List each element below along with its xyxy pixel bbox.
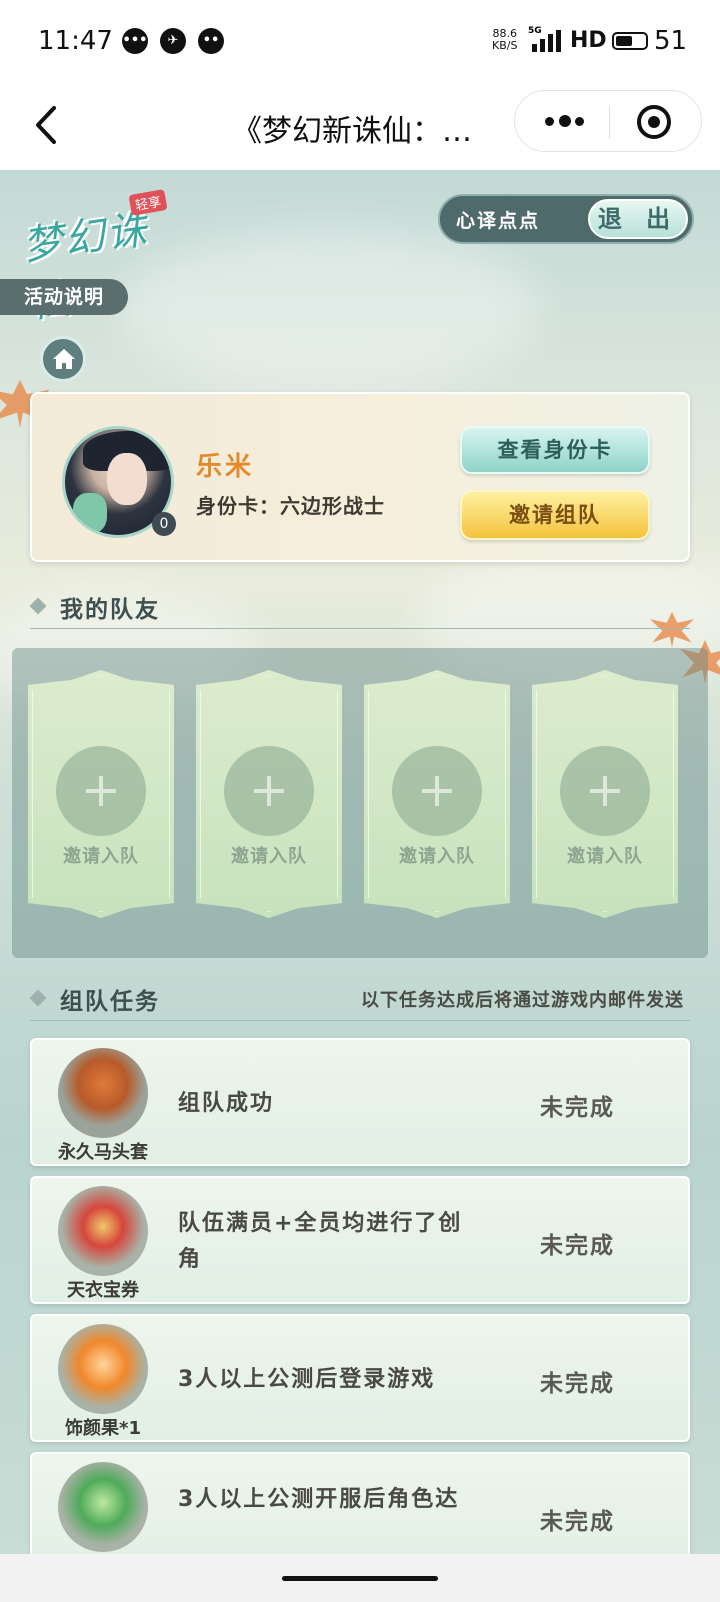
profile-card: 0 乐米 身份卡：六边形战士 查看身份卡 邀请组队 [30,392,690,562]
capsule-divider [609,105,610,139]
identity-card-text: 身份卡：六边形战士 [196,494,385,518]
view-identity-card-button[interactable]: 查看身份卡 [460,426,650,474]
user-name: 心译点点 [456,210,541,232]
diamond-icon [29,597,47,615]
slot-label: 邀请入队 [399,846,475,867]
teammates-header: 我的队友 [29,588,690,629]
user-exit-pill: 心译点点 退 出 [438,194,694,244]
page-title: 《梦幻新诛仙：… [232,114,472,149]
jade-ring-icon [58,1462,148,1552]
mini-program-capsule [514,90,702,152]
tasks-title: 组队任务 [60,989,160,1015]
home-indicator[interactable] [282,1576,438,1581]
tasks-header: 组队任务 以下任务达成后将通过游戏内邮件发送 [29,980,690,1021]
game-logo: 梦幻诛仙 轻享 [12,186,192,327]
task-text: 3人以上公测开服后角色达 [178,1487,460,1512]
task-text: 队伍满员+全员均进行了创角 [178,1211,463,1272]
task-row: 饰颜果*1 3人以上公测后登录游戏 未完成 [30,1314,690,1442]
home-icon[interactable] [40,336,86,382]
chat-bubble-icon: ••• [122,28,148,54]
plus-icon [392,746,482,836]
close-target-icon[interactable] [637,105,671,139]
teammate-slot[interactable]: 邀请入队 [532,670,678,918]
signal-icon: 5G [528,26,562,52]
avatar-badge: 0 [152,512,176,536]
net-speed: 88.6 KB/S [492,28,517,52]
task-row: 天衣宝券 队伍满员+全员均进行了创角 未完成 [30,1176,690,1304]
activity-page: 梦幻诛仙 轻享 心译点点 退 出 活动说明 0 乐米 身份卡：六边形战士 查看身… [0,170,720,1554]
exit-button[interactable]: 退 出 [588,199,688,239]
chat-bubble-icon: •• [198,28,224,54]
slot-label: 邀请入队 [231,846,307,867]
diamond-icon [29,989,47,1007]
task-row: 3人以上公测开服后角色达 未完成 [30,1452,690,1554]
task-text: 3人以上公测后登录游戏 [178,1367,436,1392]
status-time: 11:47 [38,26,113,56]
more-icon[interactable] [543,109,587,133]
tasks-note: 以下任务达成后将通过游戏内邮件发送 [361,990,684,1011]
reward-label: 饰颜果*1 [65,1418,141,1439]
net-speed-unit: KB/S [492,39,518,52]
reward-label: 天衣宝券 [67,1280,139,1301]
player-name: 乐米 [196,452,255,482]
task-text: 组队成功 [178,1091,275,1116]
teammate-slot[interactable]: 邀请入队 [364,670,510,918]
hd-indicator: HD [570,28,607,53]
task-status: 未完成 [540,1095,615,1121]
network-type: 5G [528,26,542,36]
teammates-title: 我的队友 [60,597,160,623]
teammates-panel: 邀请入队 邀请入队 邀请入队 邀请入队 [12,648,708,958]
plus-icon [560,746,650,836]
status-bar: 11:47 ••• ✈ •• 88.6 KB/S 5G HD 51 [0,0,720,84]
fruit-orb-icon [58,1324,148,1414]
battery-icon [612,32,648,50]
nav-bar: 《梦幻新诛仙：… [0,84,720,170]
task-row: 永久马头套 组队成功 未完成 [30,1038,690,1166]
invite-team-button[interactable]: 邀请组队 [460,490,650,540]
horse-head-icon [58,1048,148,1138]
back-icon[interactable] [30,102,70,148]
plus-icon [56,746,146,836]
gesture-bar [0,1554,720,1602]
task-status: 未完成 [540,1233,615,1259]
task-status: 未完成 [540,1509,615,1535]
teammate-slot[interactable]: 邀请入队 [28,670,174,918]
rules-button[interactable]: 活动说明 [0,279,128,315]
teammate-slot[interactable]: 邀请入队 [196,670,342,918]
task-status: 未完成 [540,1371,615,1397]
coupon-icon [58,1186,148,1276]
slot-label: 邀请入队 [63,846,139,867]
feather-icon: ✈ [160,28,186,54]
reward-label: 永久马头套 [58,1142,148,1163]
plus-icon [224,746,314,836]
slot-label: 邀请入队 [567,846,643,867]
battery-level: 51 [654,26,688,56]
